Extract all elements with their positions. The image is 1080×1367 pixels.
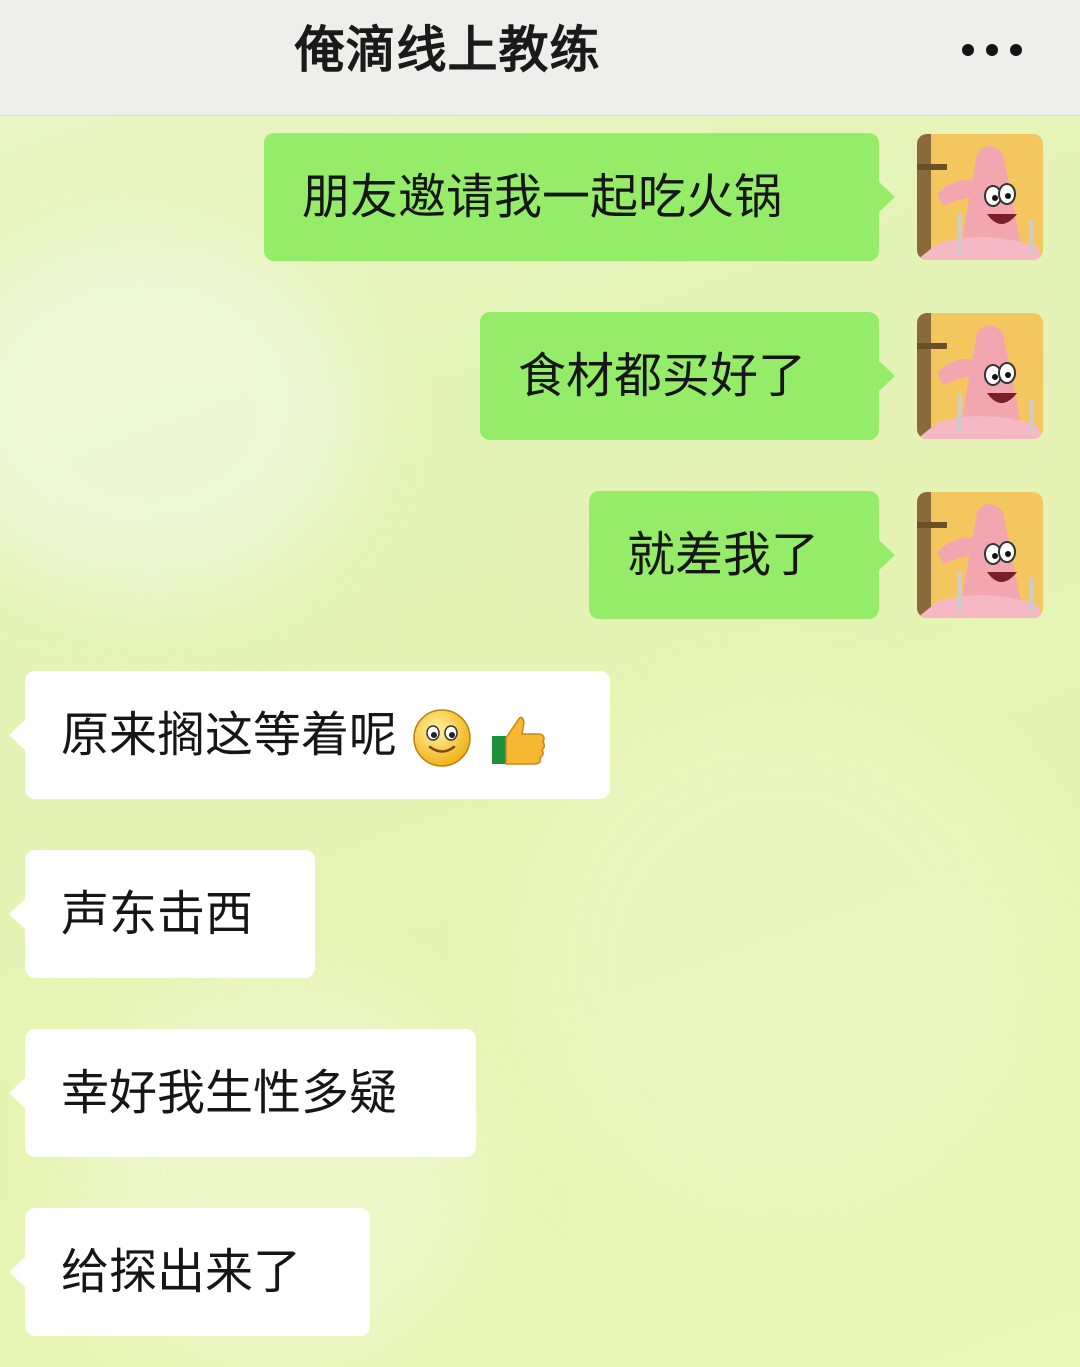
avatar[interactable] <box>917 492 1043 618</box>
sent-message[interactable]: 朋友邀请我一起吃火锅 <box>264 133 895 261</box>
message-text: 就差我了 <box>627 527 820 583</box>
received-message[interactable]: 幸好我生性多疑 <box>9 1029 476 1157</box>
received-message[interactable]: 给探出来了 <box>9 1208 370 1336</box>
thumbs-up-emoji-icon <box>491 716 545 765</box>
more-dots-icon[interactable] <box>962 44 1022 56</box>
sent-message[interactable]: 食材都买好了 <box>480 312 895 440</box>
patrick-avatar-icon <box>917 134 1043 260</box>
received-message[interactable]: 原来搁这等着呢 <box>9 671 610 799</box>
chat-title: 俺滴线上教练 <box>294 21 601 79</box>
avatar[interactable] <box>917 313 1043 439</box>
received-message[interactable]: 声东击西 <box>9 850 315 978</box>
patrick-avatar-icon <box>917 492 1043 618</box>
message-text: 原来搁这等着呢 <box>61 707 398 763</box>
avatar[interactable] <box>917 134 1043 260</box>
message-text: 声东击西 <box>61 886 254 942</box>
message-text: 食材都买好了 <box>518 348 807 404</box>
message-text: 朋友邀请我一起吃火锅 <box>302 169 783 225</box>
chat-header: 俺滴线上教练 <box>0 0 1080 116</box>
message-text: 幸好我生性多疑 <box>61 1065 398 1121</box>
message-text: 给探出来了 <box>61 1244 302 1300</box>
sent-message[interactable]: 就差我了 <box>589 491 895 619</box>
smile-emoji-icon <box>413 709 472 767</box>
patrick-avatar-icon <box>917 313 1043 439</box>
